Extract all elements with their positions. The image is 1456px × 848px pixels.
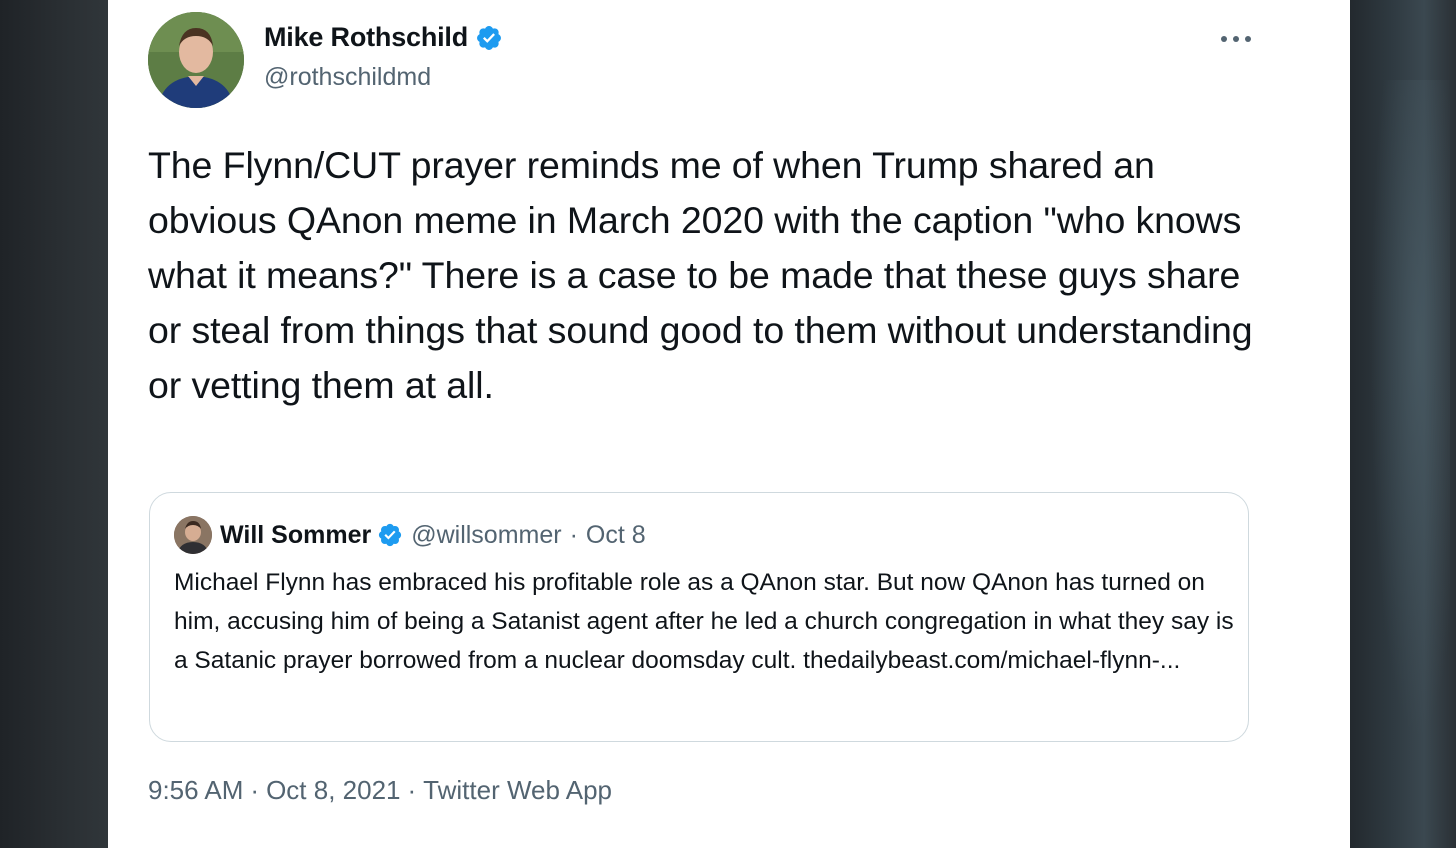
background-blur bbox=[1370, 80, 1450, 740]
tweet-metadata: 9:56 AM · Oct 8, 2021 · Twitter Web App bbox=[148, 775, 612, 806]
tweet-date[interactable]: Oct 8, 2021 bbox=[266, 775, 400, 805]
background-left bbox=[0, 0, 108, 848]
author-avatar-image bbox=[148, 12, 244, 108]
author-avatar[interactable] bbox=[148, 12, 244, 108]
tweet-time[interactable]: 9:56 AM bbox=[148, 775, 243, 805]
author-name[interactable]: Mike Rothschild bbox=[264, 22, 468, 53]
verified-badge-icon bbox=[477, 25, 501, 50]
quoted-author-avatar[interactable] bbox=[174, 516, 212, 554]
quoted-verified-badge-icon bbox=[379, 523, 402, 547]
more-horizontal-icon bbox=[1221, 36, 1251, 42]
tweet-card: Mike Rothschild @rothschildmd The Flynn/… bbox=[108, 0, 1350, 848]
tweet-text: The Flynn/CUT prayer reminds me of when … bbox=[148, 144, 1253, 406]
quoted-separator: · bbox=[569, 520, 578, 549]
quoted-author-avatar-image bbox=[174, 516, 212, 554]
quoted-tweet[interactable]: Will Sommer @willsommer · Oct 8 Michael … bbox=[149, 492, 1249, 742]
tweet-source[interactable]: Twitter Web App bbox=[423, 775, 612, 805]
quoted-tweet-header: Will Sommer @willsommer · Oct 8 bbox=[174, 516, 646, 554]
meta-separator: · bbox=[250, 775, 260, 805]
quoted-author-name[interactable]: Will Sommer bbox=[220, 521, 371, 550]
more-options-button[interactable] bbox=[1216, 24, 1256, 54]
background-right bbox=[1350, 0, 1456, 848]
quoted-tweet-text: Michael Flynn has embraced his profitabl… bbox=[174, 569, 1234, 674]
author-name-row: Mike Rothschild bbox=[264, 22, 503, 53]
quoted-date[interactable]: Oct 8 bbox=[586, 521, 646, 550]
quoted-author-handle[interactable]: @willsommer bbox=[411, 521, 561, 550]
author-handle[interactable]: @rothschildmd bbox=[264, 63, 431, 92]
meta-separator: · bbox=[407, 775, 417, 805]
